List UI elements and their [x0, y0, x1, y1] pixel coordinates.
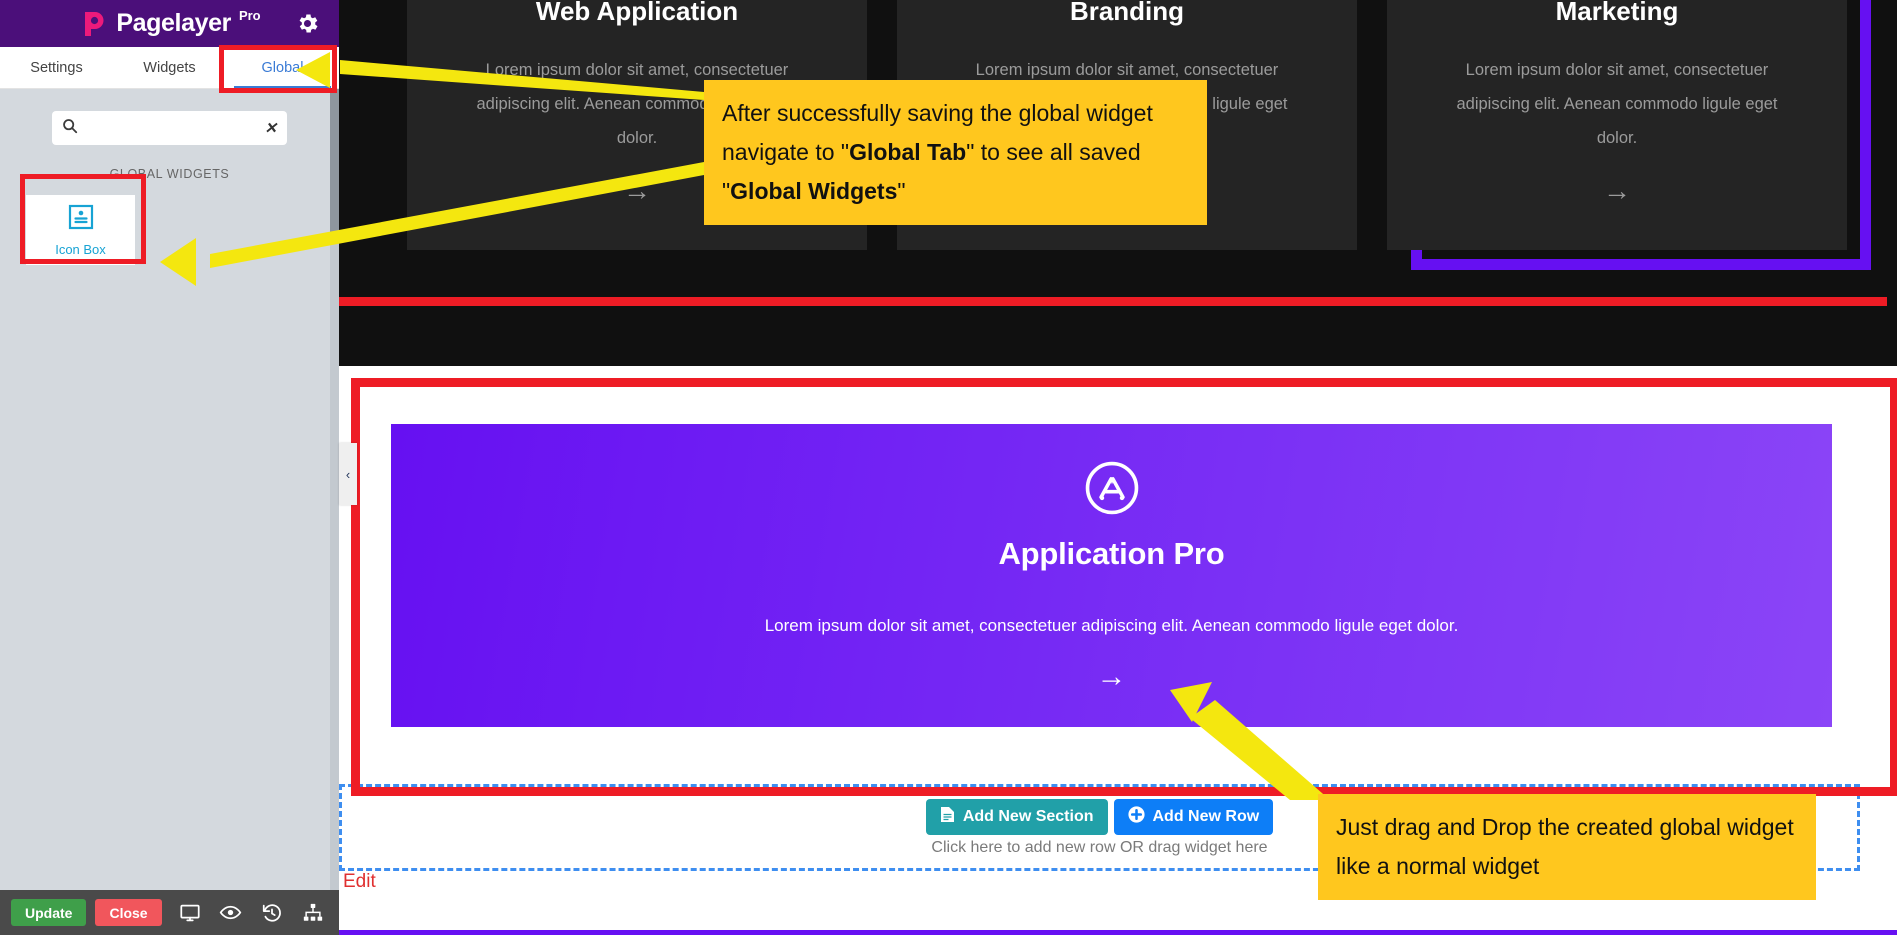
arrow-right-icon[interactable]: →: [1603, 177, 1631, 205]
app-store-icon: [1083, 459, 1141, 522]
eye-icon[interactable]: [218, 900, 244, 926]
sidebar-tabs: Settings Widgets Global: [0, 47, 339, 89]
service-card-description: Lorem ipsum dolor sit amet, consectetuer…: [1456, 61, 1778, 147]
callout-1-part3: ": [897, 178, 906, 204]
sidebar-scrollbar-thumb[interactable]: [330, 89, 339, 239]
arrow-right-icon[interactable]: →: [1097, 661, 1127, 692]
sidebar-scrollbar-track[interactable]: [330, 89, 339, 890]
tab-global[interactable]: Global: [226, 47, 339, 89]
update-button[interactable]: Update: [11, 899, 87, 926]
callout-drag-drop: Just drag and Drop the created global wi…: [1318, 794, 1816, 900]
widget-tile-label: Icon Box: [55, 241, 106, 257]
global-widgets-section-label: GLOBAL WIDGETS: [109, 167, 230, 181]
bottom-accent-bar: [339, 930, 1897, 935]
add-new-section-button[interactable]: Add New Section: [925, 798, 1108, 835]
add-row-hint: Click here to add new row OR drag widget…: [931, 838, 1268, 856]
icon-box-icon: [68, 204, 94, 235]
global-widgets-grid: Icon Box: [0, 195, 339, 265]
row-highlight-top-extension: [339, 297, 1887, 306]
file-icon: [940, 806, 955, 828]
add-new-section-label: Add New Section: [962, 807, 1094, 825]
plus-circle-icon: [1127, 805, 1145, 828]
application-pro-widget[interactable]: Application Pro Lorem ipsum dolor sit am…: [391, 423, 1832, 727]
widget-description: Lorem ipsum dolor sit amet, consectetuer…: [764, 615, 1459, 635]
service-card-title: Branding: [1069, 0, 1185, 26]
chevron-left-icon: ‹: [345, 466, 351, 482]
clear-x-icon[interactable]: ✕: [264, 121, 277, 136]
tab-settings[interactable]: Settings: [0, 47, 113, 89]
add-new-row-label: Add New Row: [1152, 807, 1260, 825]
close-button[interactable]: Close: [95, 899, 162, 926]
panel-collapse-toggle[interactable]: ‹: [339, 443, 357, 505]
pagelayer-p-logo: [79, 9, 109, 39]
service-card-title: Web Application: [535, 0, 739, 26]
pagelayer-sidebar: Pagelayer Pro Settings Widgets Global ✕ …: [0, 0, 339, 935]
search-input[interactable]: [84, 120, 265, 136]
arrow-right-icon[interactable]: →: [623, 177, 651, 205]
service-card[interactable]: Marketing Lorem ipsum dolor sit amet, co…: [1387, 0, 1847, 250]
sitemap-icon[interactable]: [300, 900, 326, 926]
tab-widgets[interactable]: Widgets: [113, 47, 226, 89]
tab-global-label: Global: [261, 60, 304, 76]
widget-title: Application Pro: [998, 535, 1225, 571]
gear-icon[interactable]: [294, 11, 320, 37]
brand-suffix: Pro: [238, 8, 261, 23]
tab-settings-label: Settings: [30, 60, 83, 76]
callout-2-text: Just drag and Drop the created global wi…: [1336, 814, 1794, 879]
callout-1-bold1: Global Tab: [849, 139, 967, 165]
sidebar-header: Pagelayer Pro: [0, 0, 339, 47]
sidebar-footer: Update Close: [0, 890, 339, 935]
widget-tile-icon-box[interactable]: Icon Box: [26, 195, 135, 265]
brand-logo: Pagelayer Pro: [79, 8, 261, 39]
global-widget-row[interactable]: Application Pro Lorem ipsum dolor sit am…: [351, 378, 1897, 796]
desktop-icon[interactable]: [177, 900, 203, 926]
callout-global-tab: After successfully saving the global wid…: [704, 80, 1207, 225]
add-new-row-button[interactable]: Add New Row: [1113, 798, 1274, 835]
edit-label[interactable]: Edit: [343, 871, 376, 893]
callout-1-bold2: Global Widgets: [730, 178, 898, 204]
search-box[interactable]: ✕: [52, 111, 287, 145]
tab-widgets-label: Widgets: [143, 60, 196, 76]
history-revert-icon[interactable]: [259, 900, 285, 926]
brand-name: Pagelayer: [116, 9, 231, 37]
sidebar-body: ✕ GLOBAL WIDGETS Icon Box: [0, 89, 339, 890]
screen-root: Web Application Lorem ipsum dolor sit am…: [0, 0, 1897, 935]
search-icon: [62, 118, 78, 139]
add-row-buttons: Add New Section Add New Row: [925, 798, 1274, 835]
service-card-title: Marketing: [1555, 0, 1679, 26]
